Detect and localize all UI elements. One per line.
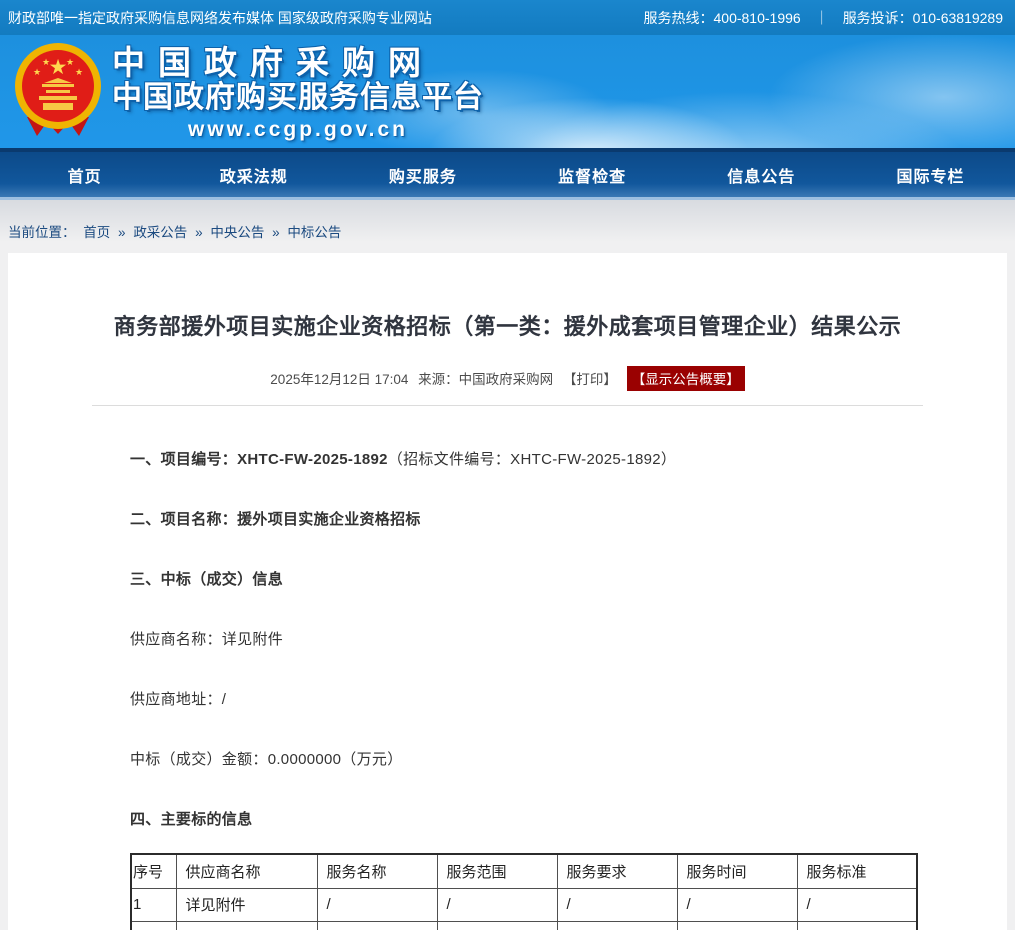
svg-text:★: ★ — [33, 67, 41, 77]
col-header-service-scope: 服务范围 — [437, 854, 557, 888]
site-url: www.ccgp.gov.cn — [112, 119, 484, 140]
cell-supplier: 详见附件 — [176, 888, 317, 921]
site-name: 中国政府采购网 — [112, 46, 484, 79]
show-summary-button[interactable]: 【显示公告概要】 — [627, 366, 745, 391]
col-header-service-req: 服务要求 — [557, 854, 677, 888]
site-logo-text[interactable]: 中国政府采购网 中国政府购买服务信息平台 www.ccgp.gov.cn — [112, 46, 484, 140]
cell-service-time: / — [677, 888, 797, 921]
main-goods-heading: 四、主要标的信息 — [130, 808, 907, 829]
nav-item-home[interactable]: 首页 — [0, 152, 169, 197]
project-number-rest: （招标文件编号：XHTC-FW-2025-1892） — [388, 451, 676, 468]
breadcrumb-home[interactable]: 首页 — [83, 225, 110, 240]
service-hotline: 服务热线：400-810-1996 — [644, 8, 801, 28]
print-button[interactable]: 【打印】 — [563, 372, 617, 387]
breadcrumb-award[interactable]: 中标公告 — [287, 225, 341, 240]
topbar-contacts: 服务热线：400-810-1996 ｜ 服务投诉：010-63819289 — [644, 8, 1004, 28]
service-complaint: 服务投诉：010-63819289 — [843, 8, 1003, 28]
col-header-service-time: 服务时间 — [677, 854, 797, 888]
breadcrumb-sep-3: » — [272, 225, 280, 240]
supplier-name-line: 供应商名称：详见附件 — [130, 628, 907, 649]
cell-empty — [677, 921, 797, 930]
breadcrumb-sep-1: » — [118, 225, 126, 240]
project-number-line: 一、项目编号：XHTC-FW-2025-1892（招标文件编号：XHTC-FW-… — [130, 448, 907, 469]
svg-text:★: ★ — [42, 57, 50, 67]
svg-text:★: ★ — [75, 67, 83, 77]
project-name-line: 二、项目名称：援外项目实施企业资格招标 — [130, 508, 907, 529]
award-amount-line: 中标（成交）金额：0.0000000（万元） — [130, 748, 907, 769]
nav-item-international[interactable]: 国际专栏 — [846, 152, 1015, 197]
cell-empty — [317, 921, 437, 930]
goods-table-row: 1 详见附件 / / / / / — [131, 888, 917, 921]
nav-item-purchase[interactable]: 购买服务 — [338, 152, 507, 197]
breadcrumb: 当前位置： 首页 » 政采公告 » 中央公告 » 中标公告 — [0, 200, 1015, 253]
col-header-seq: 序号 — [131, 854, 176, 888]
cell-service-name: / — [317, 888, 437, 921]
cell-service-std: / — [797, 888, 917, 921]
article-meta: 2025年12月12日 17:04 来源：中国政府采购网 【打印】 【显示公告概… — [8, 366, 1007, 391]
site-subtitle: 中国政府购买服务信息平台 — [112, 83, 484, 113]
publish-datetime: 2025年12月12日 17:04 — [270, 372, 408, 387]
nav-item-announcements[interactable]: 信息公告 — [677, 152, 846, 197]
cell-empty — [176, 921, 317, 930]
col-header-supplier: 供应商名称 — [176, 854, 317, 888]
award-info-heading: 三、中标（成交）信息 — [130, 568, 907, 589]
nav-item-supervision[interactable]: 监督检查 — [508, 152, 677, 197]
page-title: 商务部援外项目实施企业资格招标（第一类：援外成套项目管理企业）结果公示 — [8, 309, 1007, 341]
breadcrumb-central[interactable]: 中央公告 — [210, 225, 264, 240]
china-national-emblem-icon: ★ ★ ★ ★ ★ — [14, 41, 102, 146]
top-utility-bar: 财政部唯一指定政府采购信息网络发布媒体 国家级政府采购专业网站 服务热线：400… — [0, 0, 1015, 35]
main-nav: 首页 政采法规 购买服务 监督检查 信息公告 国际专栏 — [0, 148, 1015, 200]
cell-empty — [797, 921, 917, 930]
cell-empty — [131, 921, 176, 930]
meta-divider — [92, 405, 923, 406]
goods-table: 序号 供应商名称 服务名称 服务范围 服务要求 服务时间 服务标准 1 详见附件… — [130, 853, 918, 930]
article-panel: 商务部援外项目实施企业资格招标（第一类：援外成套项目管理企业）结果公示 2025… — [8, 253, 1007, 930]
cell-service-scope: / — [437, 888, 557, 921]
goods-table-empty-row — [131, 921, 917, 930]
project-number-bold: 一、项目编号：XHTC-FW-2025-1892 — [130, 451, 388, 468]
cell-empty — [437, 921, 557, 930]
svg-text:★: ★ — [66, 57, 74, 67]
nav-item-regulations[interactable]: 政采法规 — [169, 152, 338, 197]
col-header-service-std: 服务标准 — [797, 854, 917, 888]
breadcrumb-prefix: 当前位置： — [8, 225, 76, 240]
article-source: 来源：中国政府采购网 — [418, 372, 553, 387]
breadcrumb-announcements[interactable]: 政采公告 — [133, 225, 187, 240]
svg-text:★: ★ — [49, 56, 68, 79]
cell-service-req: / — [557, 888, 677, 921]
cell-seq: 1 — [131, 888, 176, 921]
site-header: ★ ★ ★ ★ ★ 中国政府采购网 中国政府购买服务信息平台 www.ccgp.… — [0, 35, 1015, 148]
breadcrumb-sep-2: » — [195, 225, 203, 240]
cell-empty — [557, 921, 677, 930]
supplier-address-line: 供应商地址：/ — [130, 688, 907, 709]
topbar-separator: ｜ — [815, 8, 829, 28]
goods-table-header-row: 序号 供应商名称 服务名称 服务范围 服务要求 服务时间 服务标准 — [131, 854, 917, 888]
article-body: 一、项目编号：XHTC-FW-2025-1892（招标文件编号：XHTC-FW-… — [8, 448, 1007, 930]
col-header-service-name: 服务名称 — [317, 854, 437, 888]
site-slogan: 财政部唯一指定政府采购信息网络发布媒体 国家级政府采购专业网站 — [8, 8, 432, 28]
